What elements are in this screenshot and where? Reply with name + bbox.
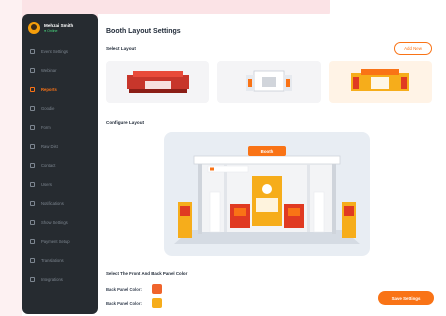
sidebar-item-label: Users — [41, 182, 52, 187]
sidebar-item-show-settings[interactable]: Show Settings — [22, 213, 98, 232]
booth-thumbnail-3 — [351, 69, 410, 91]
sidebar-item-label: Notifications — [41, 201, 64, 206]
translate-icon — [30, 258, 35, 263]
layout-options — [106, 61, 432, 103]
users-icon — [30, 182, 35, 187]
layout-card-2[interactable] — [217, 61, 321, 103]
booth-thumbnail-2 — [245, 70, 292, 92]
sidebar-item-webinar[interactable]: Webinar — [22, 61, 98, 80]
save-settings-button[interactable]: Save Settings — [378, 291, 434, 305]
form-icon — [30, 125, 35, 130]
booth-preview[interactable]: Booth — [164, 132, 370, 256]
list-icon — [30, 144, 35, 149]
front-back-panel-label: Select The Front And Back Panel Color — [106, 271, 188, 276]
sidebar-nav: Event Settings Webinar Reports Goodie Form Ra… — [22, 42, 98, 289]
sidebar-item-label: Form — [41, 125, 51, 130]
add-new-button[interactable]: Add New — [394, 42, 432, 55]
monitor-icon — [30, 68, 35, 73]
booth-thumbnail-1 — [126, 71, 189, 93]
profile-text: Mehzai Smith ● Online — [44, 23, 73, 33]
sidebar-item-label: Contact — [41, 163, 56, 168]
avatar — [28, 22, 40, 34]
booth-illustration: Booth — [174, 146, 360, 244]
back-panel-color-label-2: Back Panel Color: — [106, 300, 142, 306]
select-layout-label: Select Layout — [106, 46, 136, 51]
plug-icon — [30, 277, 35, 282]
back-panel-color-row-2: Back Panel Color: — [106, 298, 162, 308]
sidebar-item-translations[interactable]: Translations — [22, 251, 98, 270]
app-window: Mehzai Smith ● Online Event Settings Webi… — [0, 0, 446, 316]
sidebar-item-label: Show Settings — [41, 220, 68, 225]
configure-layout-label: Configure Layout — [106, 120, 145, 125]
user-name: Mehzai Smith — [44, 23, 74, 28]
layout-card-3[interactable] — [328, 61, 432, 103]
sidebar-item-label: Goodie — [41, 106, 55, 111]
sidebar-item-label: Translations — [41, 258, 64, 263]
back-panel-color-row: Back Panel Color: — [106, 284, 162, 294]
main-panel: Booth Layout Settings Select Layout Add … — [98, 14, 446, 316]
sidebar: Mehzai Smith ● Online Event Settings Webi… — [22, 14, 98, 314]
sidebar-item-integrations[interactable]: Integrations — [22, 270, 98, 289]
user-profile[interactable]: Mehzai Smith ● Online — [22, 14, 98, 42]
card-icon — [30, 239, 35, 244]
sidebar-item-notifications[interactable]: Notifications — [22, 194, 98, 213]
gear-icon — [30, 220, 35, 225]
contact-icon — [30, 163, 35, 168]
sidebar-item-label: Raw Dist — [41, 144, 58, 149]
chart-icon — [30, 87, 35, 92]
decorative-background-left — [0, 0, 22, 316]
sidebar-item-label: Integrations — [41, 277, 63, 282]
back-panel-color-label: Back Panel Color: — [106, 286, 142, 292]
sidebar-item-label: Event Settings — [41, 49, 69, 54]
user-status: ● Online — [44, 29, 58, 33]
page-title: Booth Layout Settings — [106, 28, 181, 35]
sidebar-item-reports[interactable]: Reports — [22, 80, 98, 99]
gift-icon — [30, 106, 35, 111]
layout-card-1[interactable] — [106, 61, 210, 103]
sidebar-item-payment-setup[interactable]: Payment Setup — [22, 232, 98, 251]
sidebar-item-event-settings[interactable]: Event Settings — [22, 42, 98, 61]
back-panel-color-swatch[interactable] — [151, 284, 162, 294]
back-panel-color-swatch-2[interactable] — [151, 298, 162, 308]
sidebar-item-label: Webinar — [41, 68, 57, 73]
sidebar-item-raw-dist[interactable]: Raw Dist — [22, 137, 98, 156]
sidebar-item-contact[interactable]: Contact — [22, 156, 98, 175]
sidebar-item-users[interactable]: Users — [22, 175, 98, 194]
booth-banner-text: Booth — [261, 149, 274, 154]
bell-icon — [30, 201, 35, 206]
sidebar-item-form[interactable]: Form — [22, 118, 98, 137]
sidebar-item-label: Payment Setup — [41, 239, 70, 244]
calendar-icon — [30, 49, 35, 54]
sidebar-item-label: Reports — [41, 87, 57, 92]
sidebar-item-goodie[interactable]: Goodie — [22, 99, 98, 118]
